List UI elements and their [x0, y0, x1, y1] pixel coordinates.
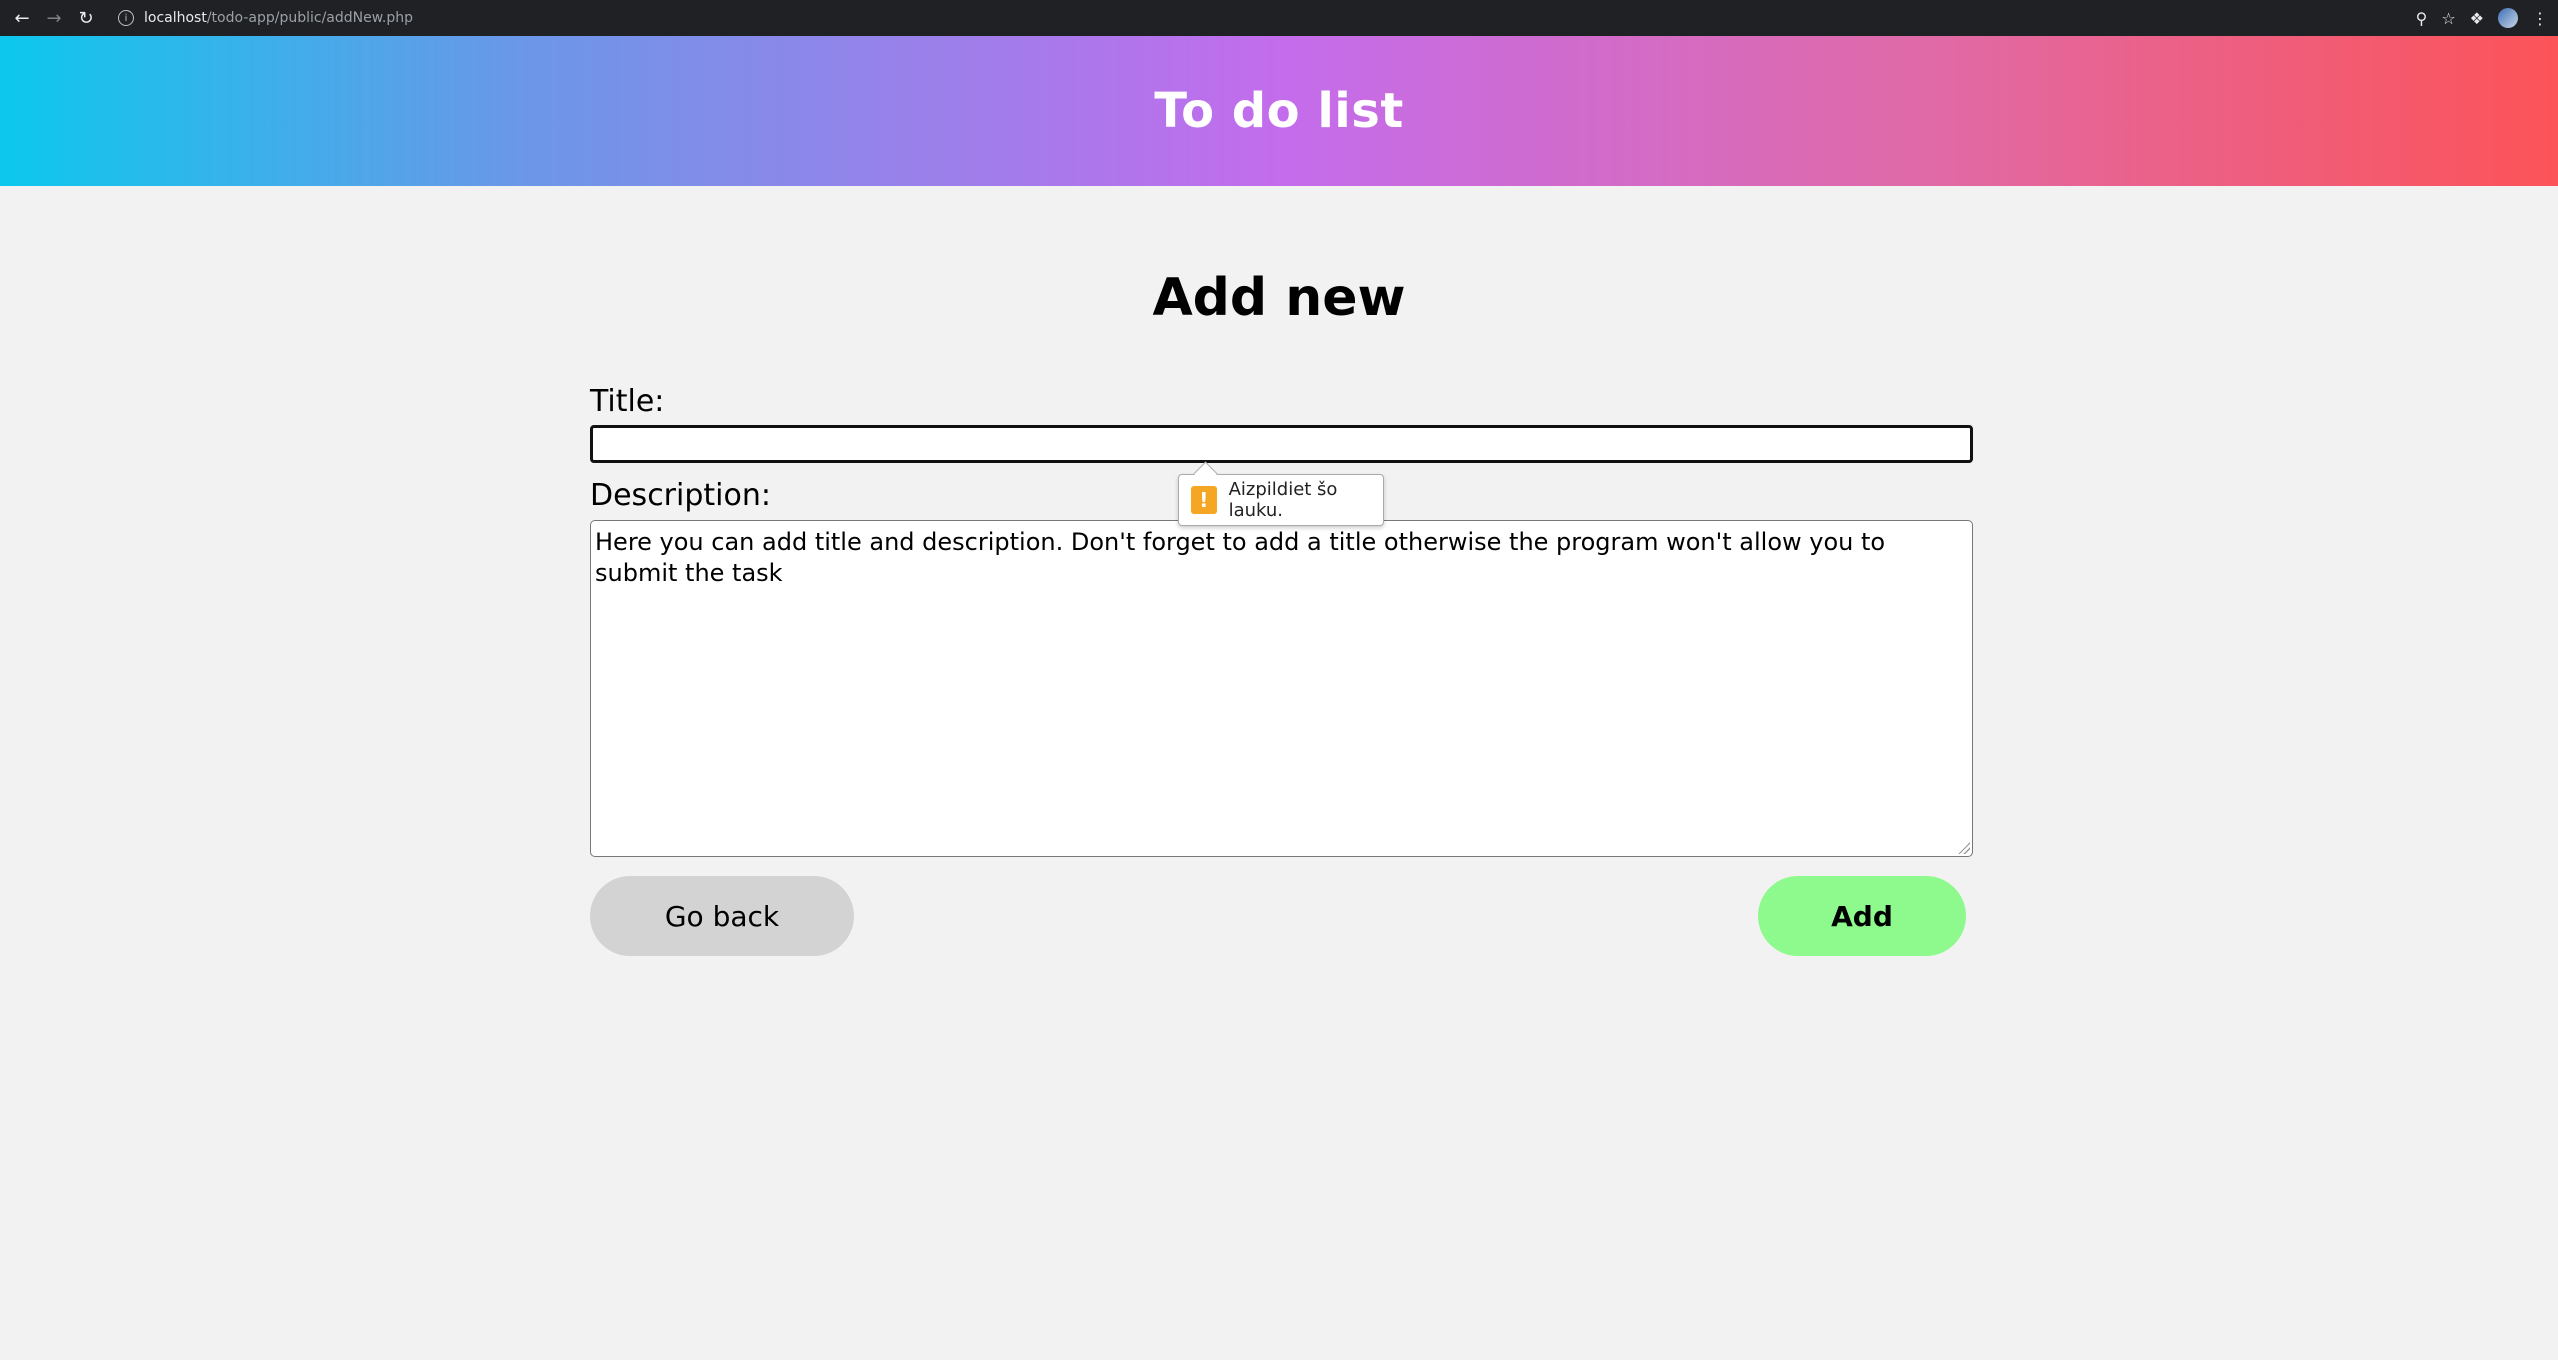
zoom-icon[interactable]: ⚲: [2416, 9, 2428, 28]
description-label: Description:: [590, 478, 771, 513]
site-info-icon[interactable]: i: [118, 10, 134, 26]
add-button[interactable]: Add: [1758, 876, 1966, 956]
reload-icon[interactable]: ↻: [70, 2, 102, 34]
description-textarea[interactable]: Here you can add title and description. …: [590, 520, 1973, 857]
description-text: Here you can add title and description. …: [595, 528, 1886, 588]
go-back-button[interactable]: Go back: [590, 876, 854, 956]
warning-icon: !: [1191, 486, 1217, 514]
bookmark-star-icon[interactable]: ☆: [2441, 9, 2455, 28]
menu-kebab-icon[interactable]: ⋮: [2532, 9, 2548, 28]
extensions-puzzle-icon[interactable]: ❖: [2470, 9, 2484, 28]
title-input[interactable]: [590, 425, 1973, 463]
app-title: To do list: [1154, 83, 1404, 139]
profile-avatar[interactable]: [2498, 8, 2518, 28]
header-banner: To do list: [0, 36, 2558, 186]
validation-message: Aizpildiet šo lauku.: [1228, 479, 1338, 521]
address-bar[interactable]: i localhost/todo-app/public/addNew.php: [110, 5, 2378, 31]
url-path: /todo-app/public/addNew.php: [206, 10, 413, 26]
back-arrow-icon[interactable]: ←: [6, 2, 38, 34]
validation-tooltip: ! Aizpildiet šo lauku.: [1178, 474, 1384, 526]
browser-toolbar: ← → ↻ i localhost/todo-app/public/addNew…: [0, 0, 2558, 36]
resize-handle[interactable]: [1958, 842, 1970, 854]
url-host: localhost: [144, 10, 207, 26]
browser-actions: ⚲ ☆ ❖ ⋮: [2416, 8, 2548, 28]
page-title: Add new: [1152, 268, 1406, 328]
forward-arrow-icon[interactable]: →: [38, 2, 70, 34]
browser-nav: ← → ↻: [6, 2, 102, 34]
title-label: Title:: [590, 384, 665, 419]
